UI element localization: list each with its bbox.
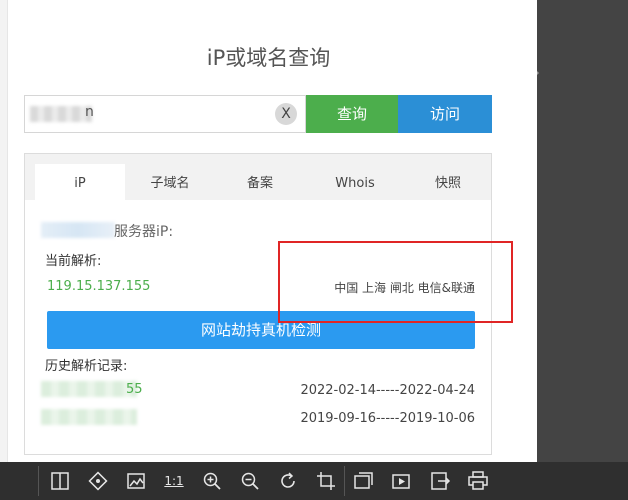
actual-size-icon[interactable]: 1:1 xyxy=(163,470,185,492)
rotate-select-icon[interactable] xyxy=(87,470,109,492)
search-query-tail: n xyxy=(85,104,94,120)
image-edit-icon[interactable] xyxy=(125,470,147,492)
visit-button[interactable]: 访问 xyxy=(398,95,492,133)
clear-icon[interactable]: X xyxy=(275,103,297,125)
history-ip-tail[interactable]: 55 xyxy=(126,382,143,397)
redacted-domain xyxy=(41,222,115,238)
tab-icp[interactable]: 备案 xyxy=(215,164,305,200)
redacted-history-ip xyxy=(41,409,137,425)
ip-lookup-page: iP或域名查询 n X 查询 访问 iP 子域名 备案 Whois 快照 服务器… xyxy=(0,0,537,462)
redacted-history-ip xyxy=(41,381,137,397)
viewer-backdrop xyxy=(537,0,628,462)
server-ip-label: 服务器iP: xyxy=(114,224,174,240)
fit-width-icon[interactable] xyxy=(49,470,71,492)
toolbar-separator xyxy=(344,466,345,496)
page-title: iP或域名查询 xyxy=(206,46,331,70)
tab-snapshot[interactable]: 快照 xyxy=(405,164,491,200)
image-viewer-toolbar: 1:1 xyxy=(0,462,628,500)
tab-bar: iP 子域名 备案 Whois 快照 xyxy=(25,154,491,200)
print-icon[interactable] xyxy=(467,470,489,492)
slideshow-icon[interactable] xyxy=(391,470,413,492)
tab-whois[interactable]: Whois xyxy=(305,164,405,200)
highlight-box xyxy=(278,241,513,323)
rotate-icon[interactable] xyxy=(277,470,299,492)
tab-ip[interactable]: iP xyxy=(35,164,125,200)
tab-subdomain[interactable]: 子域名 xyxy=(125,164,215,200)
gallery-icon[interactable] xyxy=(353,470,375,492)
history-date-range: 2019-09-16-----2019-10-06 xyxy=(300,411,475,426)
history-label: 历史解析记录: xyxy=(45,359,128,374)
export-icon[interactable] xyxy=(429,470,451,492)
redacted-query-text xyxy=(30,106,92,122)
crop-icon[interactable] xyxy=(315,470,337,492)
zoom-in-icon[interactable] xyxy=(201,470,223,492)
toolbar-separator xyxy=(38,466,39,496)
current-resolution-label: 当前解析: xyxy=(45,254,102,269)
query-button[interactable]: 查询 xyxy=(306,95,398,133)
current-ip-value[interactable]: 119.15.137.155 xyxy=(47,279,150,294)
history-date-range: 2022-02-14-----2022-04-24 xyxy=(300,383,475,398)
zoom-out-icon[interactable] xyxy=(239,470,261,492)
